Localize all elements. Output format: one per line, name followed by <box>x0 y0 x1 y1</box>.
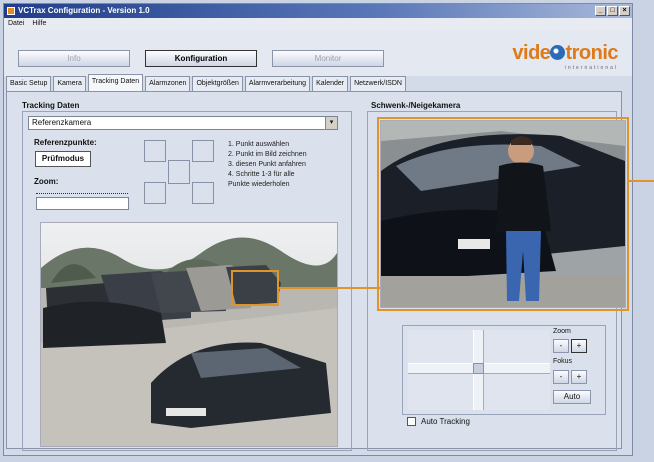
instruction-line: 3. diesen Punkt anfahren <box>228 161 306 168</box>
zoom-out-button[interactable]: - <box>553 339 569 353</box>
tracked-object-highlight <box>231 270 279 306</box>
tab-kalender[interactable]: Kalender <box>312 76 349 91</box>
ref-point-cell[interactable] <box>192 140 214 162</box>
pruefmodus-button[interactable]: Prüfmodus <box>35 151 91 167</box>
tab-alarmverarbeitung[interactable]: Alarmverarbeitung <box>244 76 311 91</box>
tab-strip: Basic Setup Kamera Tracking Daten Alarmz… <box>6 74 408 92</box>
reference-camera-image[interactable] <box>40 222 338 447</box>
zoom-control-label: Zoom <box>553 328 571 335</box>
minimize-icon[interactable]: _ <box>595 6 606 16</box>
info-button[interactable]: Info <box>18 50 130 67</box>
ref-point-cell[interactable] <box>192 182 214 204</box>
referenzpunkte-label: Referenzpunkte: <box>34 138 97 147</box>
callout-connector <box>279 287 380 289</box>
videotronic-logo: vide tronic <box>512 42 618 64</box>
tab-tracking-daten[interactable]: Tracking Daten <box>87 74 144 91</box>
title-bar: VCTrax Configuration - Version 1.0 _ □ × <box>4 4 632 18</box>
screenshot-background: VCTrax Configuration - Version 1.0 _ □ ×… <box>0 0 654 462</box>
callout-pointer <box>629 180 654 182</box>
tab-alarmzonen[interactable]: Alarmzonen <box>145 76 191 91</box>
dropdown-arrow-icon[interactable]: ▾ <box>325 117 337 129</box>
pan-tilt-joystick[interactable] <box>408 330 550 410</box>
auto-tracking-checkbox[interactable] <box>407 417 416 426</box>
menu-datei[interactable]: Datei <box>8 18 24 30</box>
ref-point-cell[interactable] <box>144 140 166 162</box>
joystick-knob[interactable] <box>473 363 484 374</box>
zoom-scale <box>36 190 128 194</box>
tracking-daten-title: Tracking Daten <box>22 101 80 110</box>
tab-objektgroessen[interactable]: Objektgrößen <box>192 76 243 91</box>
instructions: 1. Punkt auswählen 2. Punkt im Bild zeic… <box>228 140 307 190</box>
camera-select-value: Referenzkamera <box>32 118 92 127</box>
monitor-button[interactable]: Monitor <box>272 50 384 67</box>
ref-point-cell[interactable] <box>168 160 190 184</box>
schwenk-neige-title: Schwenk-/Neigekamera <box>371 101 461 110</box>
zoom-in-button[interactable]: + <box>571 339 587 353</box>
close-icon[interactable]: × <box>619 6 630 16</box>
ptz-image-highlight <box>377 117 629 311</box>
zoom-label: Zoom: <box>34 177 59 186</box>
konfiguration-button[interactable]: Konfiguration <box>145 50 257 67</box>
instruction-line: 2. Punkt im Bild zeichnen <box>228 151 307 158</box>
focus-control-label: Fokus <box>553 358 573 365</box>
focus-far-button[interactable]: + <box>571 370 587 384</box>
logo-subtitle: international <box>564 65 618 71</box>
ref-point-cell[interactable] <box>144 182 166 204</box>
instruction-line: 4. Schritte 1-3 für alle <box>228 171 295 178</box>
window-title: VCTrax Configuration - Version 1.0 <box>18 6 150 15</box>
reference-point-grid <box>144 140 214 204</box>
parking-lot-photo <box>41 223 337 446</box>
focus-near-button[interactable]: - <box>553 370 569 384</box>
instruction-line: 1. Punkt auswählen <box>228 141 290 148</box>
menu-bar: Datei Hilfe <box>4 18 632 30</box>
mode-bar: Info Konfiguration Monitor vide tronic in… <box>4 30 632 76</box>
auto-focus-button[interactable]: Auto <box>553 390 591 404</box>
tab-netzwerk-isdn[interactable]: Netzwerk/ISDN <box>350 76 406 91</box>
instruction-line: Punkte wiederholen <box>228 181 290 188</box>
auto-tracking-label: Auto Tracking <box>421 417 470 426</box>
app-icon <box>7 7 15 15</box>
tab-kamera[interactable]: Kamera <box>53 76 86 91</box>
menu-hilfe[interactable]: Hilfe <box>32 18 46 30</box>
maximize-icon[interactable]: □ <box>607 6 618 16</box>
tab-basic-setup[interactable]: Basic Setup <box>6 76 52 91</box>
camera-select[interactable]: Referenzkamera ▾ <box>28 116 338 130</box>
logo-globe-icon <box>550 45 566 60</box>
zoom-slider[interactable] <box>36 197 129 210</box>
